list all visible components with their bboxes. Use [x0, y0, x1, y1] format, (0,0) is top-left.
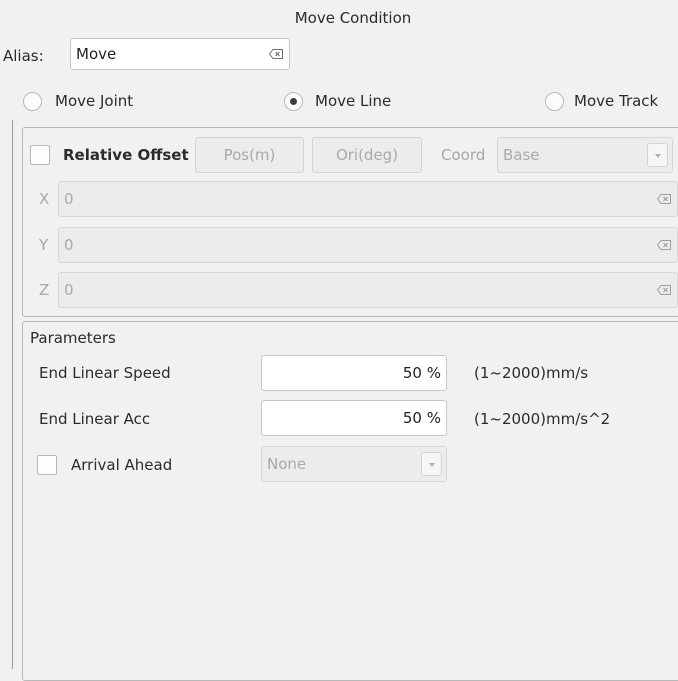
x-input-value: 0 — [64, 190, 74, 208]
clear-icon[interactable] — [657, 240, 671, 250]
move-line-radio[interactable] — [284, 92, 303, 111]
clear-icon[interactable] — [657, 285, 671, 295]
arrival-ahead-checkbox[interactable] — [37, 455, 57, 475]
y-input[interactable]: 0 — [58, 227, 678, 263]
move-joint-radio[interactable] — [23, 92, 42, 111]
clear-icon[interactable] — [657, 194, 671, 204]
arrival-ahead-select[interactable]: None — [261, 446, 447, 482]
relative-offset-checkbox[interactable] — [30, 145, 50, 165]
move-track-radio[interactable] — [545, 92, 564, 111]
end-linear-acc-input[interactable]: 50 % — [261, 400, 447, 436]
arrival-ahead-select-value: None — [267, 455, 307, 473]
ori-button[interactable]: Ori(deg) — [312, 137, 422, 173]
y-input-value: 0 — [64, 236, 74, 254]
relative-offset-label[interactable]: Relative Offset — [63, 146, 189, 164]
move-line-label[interactable]: Move Line — [315, 92, 391, 110]
move-track-label[interactable]: Move Track — [574, 92, 658, 110]
alias-input[interactable]: Move — [70, 38, 290, 70]
z-input-value: 0 — [64, 281, 74, 299]
y-label: Y — [39, 236, 49, 254]
end-linear-speed-input[interactable]: 50 % — [261, 355, 447, 391]
chevron-down-icon[interactable] — [647, 143, 668, 167]
end-linear-speed-value: 50 % — [402, 364, 441, 382]
left-border-line — [12, 120, 13, 669]
end-linear-acc-value: 50 % — [402, 409, 441, 427]
x-label: X — [39, 190, 50, 208]
end-linear-acc-label: End Linear Acc — [39, 410, 151, 428]
end-linear-speed-label: End Linear Speed — [39, 364, 171, 382]
parameters-title: Parameters — [30, 329, 116, 347]
pos-button[interactable]: Pos(m) — [195, 137, 304, 173]
arrival-ahead-label[interactable]: Arrival Ahead — [71, 456, 172, 474]
clear-icon[interactable] — [269, 49, 283, 59]
x-input[interactable]: 0 — [58, 181, 678, 217]
end-linear-speed-range: (1~2000)mm/s — [474, 364, 589, 382]
alias-input-value: Move — [76, 45, 117, 63]
alias-label: Alias: — [3, 47, 44, 65]
z-input[interactable]: 0 — [58, 272, 678, 308]
coord-label: Coord — [441, 146, 486, 164]
coord-select[interactable]: Base — [497, 137, 673, 173]
chevron-down-icon[interactable] — [421, 452, 442, 476]
coord-select-value: Base — [503, 146, 540, 164]
window-title: Move Condition — [294, 9, 412, 27]
end-linear-acc-range: (1~2000)mm/s^2 — [474, 410, 611, 428]
move-joint-label[interactable]: Move Joint — [55, 92, 133, 110]
z-label: Z — [39, 281, 50, 299]
